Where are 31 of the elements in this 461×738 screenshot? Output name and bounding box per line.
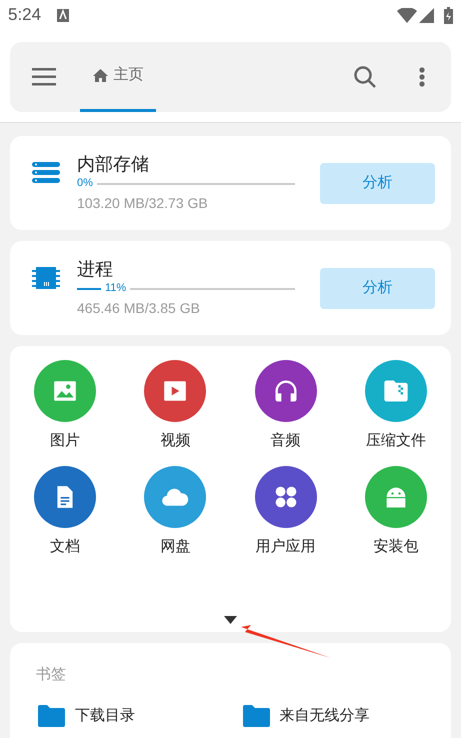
wifi-icon <box>397 8 417 22</box>
card-title: 内部存储 <box>77 153 150 175</box>
status-time: 5:24 <box>8 4 42 26</box>
section-title: 书签 <box>36 666 66 683</box>
category-item[interactable]: 用户应用 <box>230 466 341 558</box>
chip-icon <box>32 267 60 289</box>
category-item[interactable]: 安装包 <box>340 466 451 558</box>
apps-grid-icon <box>272 484 299 510</box>
notification-icon <box>57 8 70 22</box>
card-title: 进程 <box>77 258 114 280</box>
home-tab[interactable]: 主页 <box>80 42 156 112</box>
bookmark-item[interactable]: 下载目录 <box>38 705 230 728</box>
category-item[interactable]: 视频 <box>120 360 230 452</box>
category-item[interactable]: 网盘 <box>120 466 230 558</box>
category-item[interactable]: 文档 <box>10 466 120 558</box>
usage-text: 465.46 MB/3.85 GB <box>77 299 201 318</box>
home-icon <box>92 69 108 82</box>
storage-icon <box>32 162 60 184</box>
category-item[interactable]: 音频 <box>230 360 341 452</box>
category-item[interactable]: 压缩文件 <box>340 360 451 452</box>
bookmark-item[interactable]: 来自无线分享 <box>242 705 435 728</box>
usage-text: 103.20 MB/32.73 GB <box>77 194 209 213</box>
search-icon[interactable] <box>353 65 377 89</box>
folder-icon <box>242 705 270 728</box>
folder-icon <box>38 705 65 728</box>
battery-icon <box>444 6 453 24</box>
expand-caret-icon[interactable] <box>224 616 237 624</box>
more-options-icon[interactable] <box>419 67 425 87</box>
menu-icon[interactable] <box>32 68 56 86</box>
signal-icon <box>419 8 434 22</box>
category-item[interactable]: 图片 <box>10 360 120 452</box>
